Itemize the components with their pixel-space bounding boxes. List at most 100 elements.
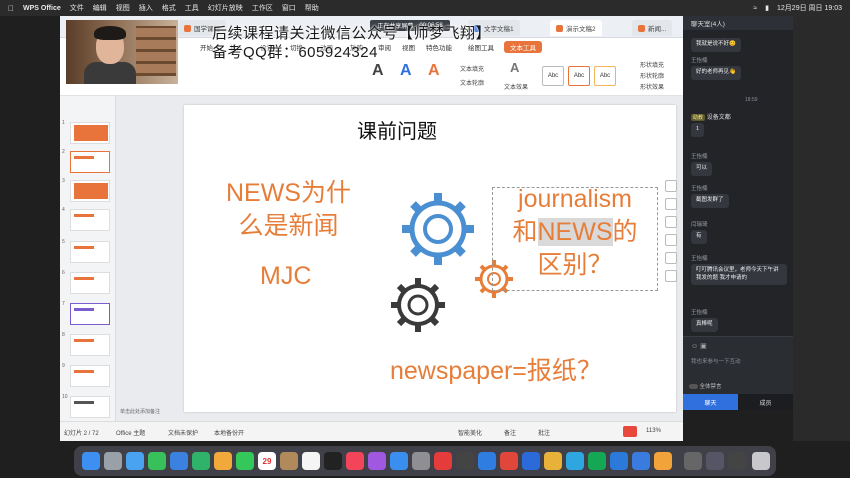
menu-view[interactable]: 视图 <box>116 3 130 13</box>
notes-app-icon[interactable] <box>654 452 672 470</box>
tool-shape-icon[interactable] <box>665 180 677 192</box>
journalism-question-textbox[interactable]: journalism 和NEWS的 区别？ <box>490 183 660 282</box>
xmind-icon[interactable] <box>500 452 518 470</box>
chrome-icon[interactable] <box>544 452 562 470</box>
menu-format[interactable]: 格式 <box>162 3 176 13</box>
podcasts-icon[interactable] <box>368 452 386 470</box>
slide-canvas[interactable]: 课前问题 NEWS为什 么是新闻 MJC journalism 和NEWS的 区… <box>116 96 683 421</box>
thumbnail-slide-6[interactable] <box>70 272 110 294</box>
shape-style-2[interactable]: Abc <box>568 66 590 86</box>
thumb-content <box>74 156 94 159</box>
ioy-icon[interactable] <box>610 452 628 470</box>
text-effect-icon: A <box>510 60 520 75</box>
tool-settings-icon[interactable] <box>665 270 677 282</box>
zoom-level[interactable]: 113% <box>646 428 661 434</box>
calendar-icon[interactable]: 29 <box>258 452 276 470</box>
folder-icon[interactable] <box>728 452 746 470</box>
menu-app-name[interactable]: WPS Office <box>23 5 61 12</box>
facetime-icon[interactable] <box>236 452 254 470</box>
news-question-line2: 么是新闻 <box>238 212 339 240</box>
tool-pen-icon[interactable] <box>665 198 677 210</box>
thumbnail-slide-5[interactable] <box>70 241 110 263</box>
recent-app-icon[interactable] <box>684 452 702 470</box>
lark-icon[interactable] <box>478 452 496 470</box>
trash-icon[interactable] <box>752 452 770 470</box>
doc-tab-presentation2[interactable]: 演示文稿2 <box>550 20 602 36</box>
finder-icon[interactable] <box>82 452 100 470</box>
safari-icon[interactable] <box>126 452 144 470</box>
tencent-meeting-icon[interactable] <box>522 452 540 470</box>
thumbnail-slide-4[interactable] <box>70 209 110 231</box>
mail-icon[interactable] <box>170 452 188 470</box>
text-style-orange-icon[interactable]: A <box>428 62 440 80</box>
text-fill-button[interactable]: 文本填充 <box>460 64 484 73</box>
shape-style-1[interactable]: Abc <box>542 66 564 86</box>
play-slideshow-button[interactable] <box>623 426 637 437</box>
text-style-plain-icon[interactable]: A <box>372 62 384 80</box>
notes-placeholder[interactable]: 单击此处添加备注 <box>120 408 160 415</box>
doc-protect-status[interactable]: 文档未保护 <box>168 428 198 437</box>
thumbnail-slide-3[interactable] <box>70 180 110 202</box>
notes-button[interactable]: 备注 <box>504 428 516 437</box>
launchpad-icon[interactable] <box>104 452 122 470</box>
wechat-icon[interactable] <box>588 452 606 470</box>
tool-fill-icon[interactable] <box>665 216 677 228</box>
maps-icon[interactable] <box>192 452 210 470</box>
comments-button[interactable]: 批注 <box>538 428 550 437</box>
slide-title[interactable]: 课前问题 <box>357 115 437 144</box>
clock[interactable]: 12月29日 周日 19:03 <box>777 3 842 13</box>
chat-input[interactable]: 我也来参与一下互动 <box>691 357 741 365</box>
tool-layer-icon[interactable] <box>665 234 677 246</box>
music-icon[interactable] <box>346 452 364 470</box>
tv-icon[interactable] <box>324 452 342 470</box>
thumbnail-slide-7[interactable] <box>70 303 110 325</box>
thumbnail-slide-1[interactable] <box>70 122 110 144</box>
menu-insert[interactable]: 插入 <box>139 3 153 13</box>
emoji-icon[interactable]: ☺ ▣ <box>691 342 707 350</box>
text-style-blue-icon[interactable]: A <box>400 62 412 80</box>
app-store-icon[interactable] <box>390 452 408 470</box>
mjc-textbox[interactable]: MJC <box>260 262 311 291</box>
text-outline-button[interactable]: 文本轮廓 <box>460 78 484 87</box>
qq-icon[interactable] <box>566 452 584 470</box>
wifi-icon[interactable]: ≈ <box>753 5 757 12</box>
mute-all-toggle[interactable]: 全体禁言 <box>689 382 722 390</box>
menu-window[interactable]: 窗口 <box>282 3 296 13</box>
menu-edit[interactable]: 编辑 <box>93 3 107 13</box>
system-settings-icon[interactable] <box>412 452 430 470</box>
wps-office-icon[interactable] <box>434 452 452 470</box>
messages-icon[interactable] <box>148 452 166 470</box>
ribbon-tab-text-tools[interactable]: 文本工具 <box>504 41 542 53</box>
thumbnail-slide-10[interactable] <box>70 396 110 418</box>
current-slide[interactable]: 课前问题 NEWS为什 么是新闻 MJC journalism 和NEWS的 区… <box>184 105 676 412</box>
menu-tools[interactable]: 工具 <box>185 3 199 13</box>
doc-tab-news[interactable]: 新闻... <box>632 20 673 36</box>
thumbnail-slide-8[interactable] <box>70 334 110 356</box>
beautify-button[interactable]: 智能美化 <box>458 428 482 437</box>
thumbnail-slide-2[interactable] <box>70 151 110 173</box>
menu-workspace[interactable]: 工作区 <box>252 3 273 13</box>
contacts-icon[interactable] <box>280 452 298 470</box>
tab-chat[interactable]: 聊天 <box>683 394 738 410</box>
shape-fill-button[interactable]: 形状填充 <box>640 60 664 69</box>
menu-help[interactable]: 帮助 <box>305 3 319 13</box>
apple-icon[interactable]:  <box>8 4 14 13</box>
pdf-icon[interactable] <box>632 452 650 470</box>
reminders-icon[interactable] <box>302 452 320 470</box>
battery-icon[interactable]: ▮ <box>765 4 769 12</box>
backup-status[interactable]: 本地备份开 <box>214 428 244 437</box>
newspaper-textbox[interactable]: newspaper=报纸？ <box>390 351 602 387</box>
photos-icon[interactable] <box>214 452 232 470</box>
text-effect-button[interactable]: 文本效果 <box>504 82 528 91</box>
tool-crop-icon[interactable] <box>665 252 677 264</box>
menu-slideshow[interactable]: 幻灯片放映 <box>208 3 243 13</box>
shape-effect-button[interactable]: 形状效果 <box>640 82 664 91</box>
terminal-icon[interactable] <box>456 452 474 470</box>
tab-members[interactable]: 成员 <box>738 394 793 410</box>
downloads-icon[interactable] <box>706 452 724 470</box>
shape-style-3[interactable]: Abc <box>594 66 616 86</box>
thumbnail-slide-9[interactable] <box>70 365 110 387</box>
news-question-textbox[interactable]: NEWS为什 么是新闻 <box>206 177 371 243</box>
shape-outline-button[interactable]: 形状轮廓 <box>640 71 664 80</box>
menu-file[interactable]: 文件 <box>70 3 84 13</box>
